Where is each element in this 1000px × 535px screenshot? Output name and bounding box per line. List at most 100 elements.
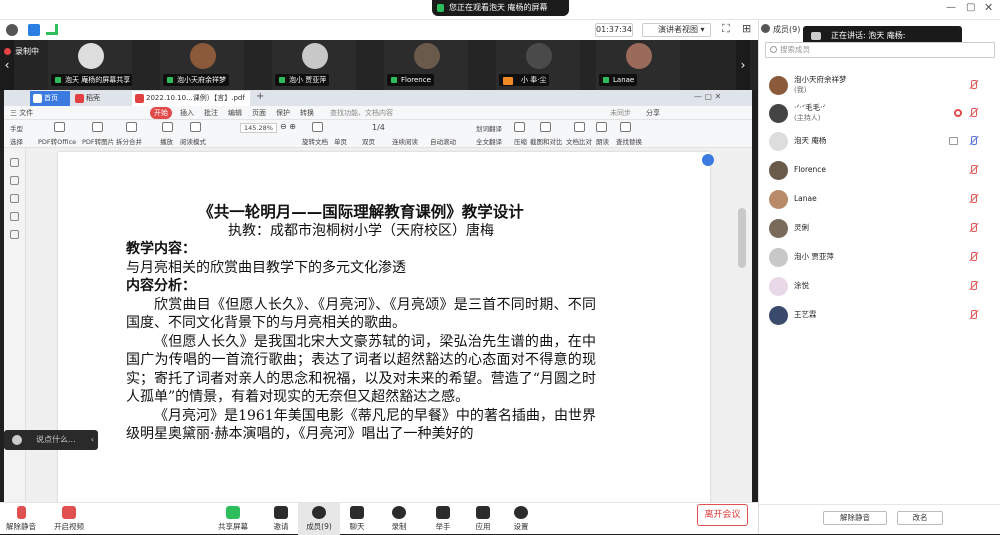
menu-protect[interactable]: 保护 [276,106,290,120]
mic-muted-icon[interactable] [969,281,978,291]
member-row[interactable]: 泡小天府余祥梦 (我) [759,72,1000,100]
thumbnail-1[interactable]: 泡小天府余祥梦 [160,40,244,90]
rename-button[interactable]: 改名 [897,511,943,525]
start-video-button[interactable]: 开启视频 [48,503,90,535]
unmute-all-button[interactable]: 解除静音 [823,511,887,525]
pdf-to-office-icon [54,122,65,132]
window-controls[interactable]: — ▢ ✕ [694,92,721,101]
tool-compare[interactable]: 文档比对 [566,136,592,146]
chevron-left-icon[interactable]: ‹ [91,430,94,450]
members-icon [761,24,770,33]
menu-sync[interactable]: 未同步 [610,106,631,120]
pdf-tab-bar: 首页 稻壳 2022.10.10...课例）【言】.pdf + — ▢ ✕ [4,90,752,106]
fullscreen-icon[interactable]: ⛶ [722,22,730,36]
grid-icon[interactable]: ⊞ [742,22,751,35]
menu-edit[interactable]: 编辑 [228,106,242,120]
signal-icon[interactable] [46,24,58,35]
mic-muted-icon[interactable] [969,310,978,320]
add-tab-icon[interactable]: + [256,91,264,102]
thumbnail-4[interactable]: 小 奉·尘 [496,40,580,90]
assistant-icon[interactable] [702,154,714,166]
member-row[interactable]: 王艺霖 [759,302,1000,330]
menu-file[interactable]: 三 文件 [10,106,33,120]
tool-pdf-to-office[interactable]: PDF转Office [38,136,76,146]
tool-read-aloud[interactable]: 朗读 [596,136,609,146]
vertical-scrollbar[interactable] [738,208,746,268]
mic-icon[interactable] [969,136,978,146]
zoom-buttons[interactable]: ⊖ ⊕ [280,122,296,131]
comment-icon[interactable] [10,194,19,203]
reaction-input[interactable]: 说点什么... ‹ [4,430,98,450]
member-row[interactable]: 灵俐 [759,215,1000,243]
tab-home[interactable]: 首页 [30,91,70,106]
tab-draft[interactable]: 稻壳 [72,91,130,106]
tool-split-merge[interactable]: 拆分合并 [116,136,142,146]
share-screen-button[interactable]: 共享屏幕 [212,503,254,535]
member-row[interactable]: 涂悦 [759,273,1000,301]
members-button[interactable]: 成员(9) [298,503,340,535]
mic-muted-icon[interactable] [969,194,978,204]
menu-search[interactable]: 查找功能、文档内容 [330,106,393,120]
tool-screenshot[interactable]: 截图和对比 [530,136,563,146]
menu-start[interactable]: 开始 [150,107,172,119]
tool-compress[interactable]: 压缩 [514,136,527,146]
raise-hand-button[interactable]: 举手 [422,503,464,535]
member-row[interactable]: 泡天 庵杨 [759,128,1000,156]
chevron-right-icon[interactable]: › [736,40,750,90]
record-button[interactable]: 录制 [378,503,420,535]
maximize-icon[interactable]: ▢ [966,2,975,13]
member-search-input[interactable]: 搜索成员 [765,42,995,58]
tool-play[interactable]: 播放 [160,136,173,146]
mic-muted-icon[interactable] [969,223,978,233]
mic-muted-icon[interactable] [969,80,978,90]
leave-meeting-button[interactable]: 离开会议 [697,504,748,526]
doc-heading-content: 教学内容： [126,241,196,257]
member-row[interactable]: 泡小 贾亚萍 [759,244,1000,272]
thumbnail-5[interactable]: Lanae [596,40,680,90]
thumbnail-icon[interactable] [10,176,19,185]
tool-rotate[interactable]: 旋转文档 [302,136,328,146]
tool-pdf-to-image[interactable]: PDF转图片 [82,136,114,146]
page-indicator[interactable]: 1/4 [372,123,385,132]
zoom-select[interactable]: 145.28% [240,123,277,133]
view-mode-select[interactable]: 演讲者视图 ▾ [642,23,711,37]
info-icon[interactable] [6,24,18,36]
shield-icon[interactable] [28,24,40,36]
minimize-icon[interactable]: — [946,2,956,13]
menu-page[interactable]: 页面 [252,106,266,120]
chat-button[interactable]: 聊天 [336,503,378,535]
menu-insert[interactable]: 插入 [180,106,194,120]
thumbnail-2[interactable]: 泡小 贾亚萍 [272,40,356,90]
tool-continuous[interactable]: 连续阅读 [392,136,418,146]
menu-annotate[interactable]: 批注 [204,106,218,120]
avatar [626,43,652,69]
member-row[interactable]: Florence [759,157,1000,185]
tool-select[interactable]: 选择 [10,136,23,146]
thumbnail-0[interactable]: 泡天 庵杨的屏幕共享 [48,40,132,90]
apps-button[interactable]: 应用 [462,503,504,535]
mic-muted-icon[interactable] [969,252,978,262]
unmute-button[interactable]: 解除静音 [0,503,42,535]
mic-muted-icon[interactable] [969,165,978,175]
menu-convert[interactable]: 转换 [300,106,314,120]
thumbnail-3[interactable]: Florence [384,40,468,90]
tool-single-page[interactable]: 单页 [334,136,347,146]
tool-auto-scroll[interactable]: 自动滚动 [430,136,456,146]
signature-icon[interactable] [10,230,19,239]
settings-button[interactable]: 设置 [500,503,542,535]
menu-share[interactable]: 分享 [646,106,660,120]
tool-read-mode[interactable]: 阅读模式 [180,136,206,146]
attachment-icon[interactable] [10,212,19,221]
invite-button[interactable]: 邀请 [260,503,302,535]
tool-find-replace[interactable]: 查找替换 [616,136,642,146]
bookmark-icon[interactable] [10,158,19,167]
tool-hand[interactable]: 手型 [10,123,23,133]
tool-double-page[interactable]: 双页 [362,136,375,146]
member-row[interactable]: ·ᐟ·ᐟ毛毛·ᐟ (主持人) [759,100,1000,128]
mic-muted-icon[interactable] [969,108,978,118]
member-row[interactable]: Lanae [759,186,1000,214]
tool-full-translate[interactable]: 全文翻译 [476,136,502,146]
tab-pdf-file[interactable]: 2022.10.10...课例）【言】.pdf [132,91,250,106]
close-icon[interactable]: ✕ [984,1,993,14]
tool-word-translate[interactable]: 划词翻译 [476,123,502,133]
